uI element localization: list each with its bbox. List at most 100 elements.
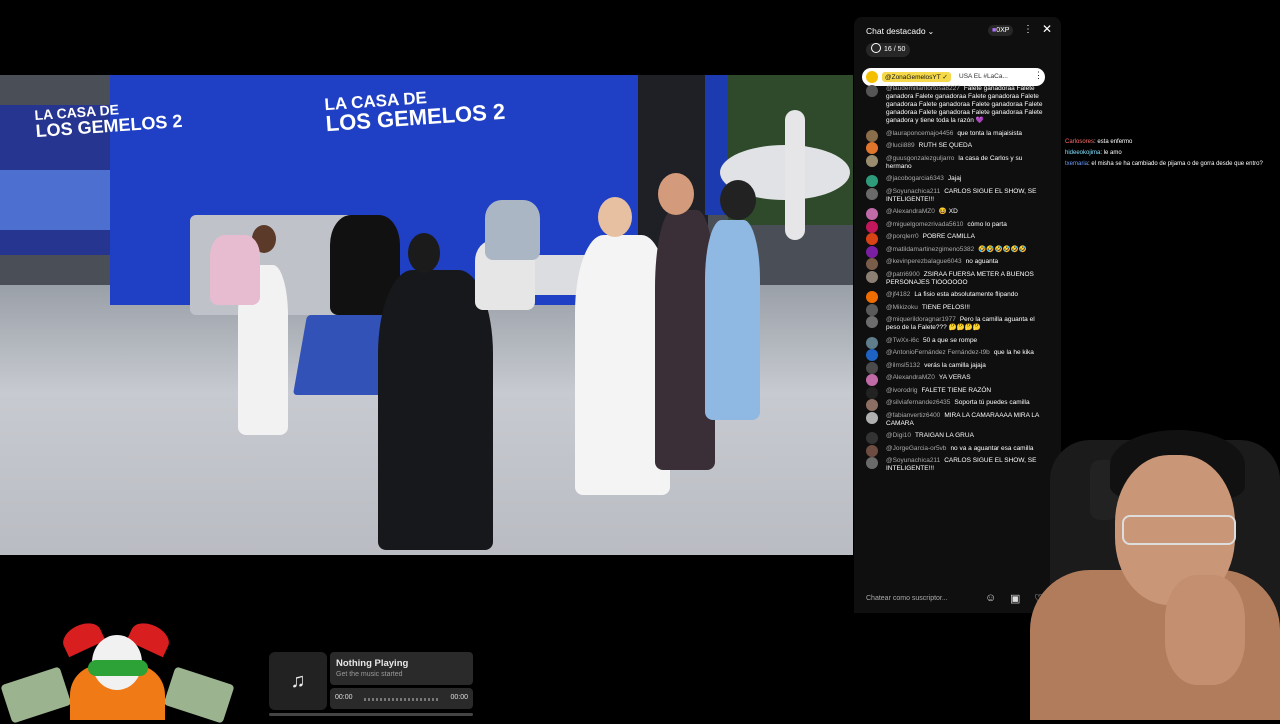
music-time-end: 00:00 — [450, 694, 468, 701]
chat-message[interactable]: @silviafernandez6435 Soporta tú puedes ca… — [866, 399, 1046, 411]
chat-message[interactable]: @JorgeGarcia-or5vb no va a aguantar esa c… — [866, 444, 1046, 457]
music-progress-track[interactable] — [364, 698, 438, 701]
xp-badge[interactable]: ■0XP — [988, 25, 1014, 36]
chat-author[interactable]: @miquerildoragnar1977 — [886, 316, 956, 323]
person-black-jacket — [378, 270, 493, 550]
avatar — [866, 457, 878, 469]
chat-author[interactable]: @jacobogarcia6343 — [886, 175, 944, 182]
chat-message[interactable]: @laudemillantortosa8227 Falete ganadoraa … — [866, 85, 1046, 125]
chat-text: Soporta tú puedes camilla — [954, 399, 1030, 406]
avatar — [866, 233, 878, 245]
chat-text: La fisio esta absolutamente flipando — [914, 291, 1019, 298]
close-icon[interactable]: ✕ — [1042, 22, 1052, 36]
chat-message[interactable]: @lauraponcemajo4456 que tonta la majaisis… — [866, 129, 1046, 142]
chat-message[interactable]: @TwXx-i6c 50 a que se rompe — [866, 336, 1046, 349]
chat-message[interactable]: @kevinperezbalague6043 no aguanta — [866, 258, 1046, 270]
chat-author[interactable]: @silviafernandez6435 — [886, 399, 950, 406]
chat-message[interactable]: @patri6900 ZSIRAA FUERSA METER A BUENOS P… — [866, 270, 1046, 287]
participation-counter[interactable]: 16 / 50 — [866, 43, 911, 57]
chat-message-list[interactable]: @laudemillantortosa8227 Falete ganadoraa … — [866, 85, 1046, 583]
chat-message[interactable]: @AlexandraMZ0 YA VERAS — [866, 374, 1046, 386]
music-title: Nothing Playing — [336, 658, 409, 669]
chat-text: TIENE PELOS!!! — [921, 303, 970, 311]
chat-author[interactable]: @fabianvertiz6400 — [886, 412, 940, 419]
chat-message[interactable]: @fabianvertiz6400 MIRA LA CAMARAAAA MIRA … — [866, 411, 1046, 428]
music-info: Nothing Playing Get the music started — [330, 652, 473, 685]
chat-author[interactable]: @JorgeGarcia-or5vb — [886, 445, 946, 452]
person-head-beard — [658, 173, 694, 215]
chat-text: 😆 XD — [938, 208, 958, 215]
music-note-icon[interactable]: ♫ — [269, 652, 327, 710]
chat-author[interactable]: @matildamartinezgimeno5382 — [886, 246, 974, 253]
chat-author[interactable]: @ivorodrig — [886, 387, 918, 394]
avatar — [866, 303, 878, 316]
chat-message[interactable]: @AlexandraMZ0 😆 XD — [866, 208, 1046, 220]
stream-video[interactable]: LA CASA DE LOS GEMELOS 2 LA CASA DE LOS … — [0, 75, 853, 555]
chat-message[interactable]: @miguelgomezrivada5610 cómo lo parta — [866, 220, 1046, 233]
chat-author[interactable]: @ilmsl5132 — [886, 362, 920, 369]
chat-message[interactable]: @Mikizoku TIENE PELOS!!! — [866, 303, 1046, 316]
chat-author[interactable]: @kevinperezbalague6043 — [886, 258, 962, 265]
chat-author[interactable]: @jf4182 — [886, 291, 910, 298]
video-beds — [0, 170, 120, 230]
more-options-icon[interactable]: ⋮ — [1023, 24, 1033, 35]
chat-message[interactable]: @Digi10 TRAIGAN LA GRUA — [866, 432, 1046, 444]
music-underline — [269, 713, 473, 716]
overlay-chat-text: : esta enfermo — [1094, 139, 1133, 145]
super-chat-icon[interactable]: ▣ — [1010, 592, 1020, 605]
chat-author[interactable]: @Soyunachica211 — [886, 457, 940, 464]
emoji-icon[interactable]: ☺ — [985, 592, 996, 604]
avatar — [866, 444, 878, 457]
pinned-text: USA EL #LaCa... — [959, 73, 1008, 80]
glasses — [1122, 515, 1236, 545]
joker-overlay — [0, 617, 235, 724]
chat-author[interactable]: @AntonioFernández Fernández-t9b — [886, 349, 990, 356]
chat-message[interactable]: @matildamartinezgimeno5382 🤣🤣🤣🤣🤣🤣 — [866, 245, 1046, 258]
pinned-author: @ZonaGemelosYT ✓ — [882, 72, 951, 82]
chat-author[interactable]: @Mikizoku — [886, 304, 918, 311]
chat-text: 🤣🤣🤣🤣🤣🤣 — [978, 245, 1027, 253]
chat-message[interactable]: @AntonioFernández Fernández-t9b que la he… — [866, 349, 1046, 361]
chat-author[interactable]: @TwXx-i6c — [886, 337, 919, 344]
chat-text: que tonta la majaisista — [957, 129, 1022, 137]
chat-author[interactable]: @miguelgomezrivada5610 — [886, 221, 963, 228]
chat-header: Chat destacado ⌄ ■0XP ⋮ ✕ — [866, 22, 1056, 44]
pinned-message[interactable]: @ZonaGemelosYT ✓ USA EL #LaCa... ⋮ — [862, 68, 1045, 86]
chat-input[interactable]: Chatear como suscriptor... — [866, 592, 996, 606]
chat-author[interactable]: @AlexandraMZ0 — [886, 208, 935, 215]
chat-mode-selector[interactable]: Chat destacado ⌄ — [866, 26, 934, 36]
music-time-start: 00:00 — [335, 694, 353, 701]
person-grey-shirt — [485, 200, 540, 260]
chat-author[interactable]: @guusgonzalezguljarro — [886, 155, 954, 162]
chat-author[interactable]: @lucii889 — [886, 142, 915, 149]
chat-message[interactable]: @porqlerr0 POBRE CAMILLA — [866, 233, 1046, 245]
chat-message[interactable]: @ivorodrig FALETE TIENE RAZÓN — [866, 386, 1046, 399]
video-pillar — [785, 110, 805, 240]
chat-text: TRAIGAN LA GRUA — [915, 432, 974, 439]
avatar — [866, 245, 878, 258]
chat-message[interactable]: @Soyunachica211 CARLOS SIGUE EL SHOW, SE … — [866, 187, 1046, 204]
overlay-chat-user: hideeokojima — [1065, 150, 1101, 156]
chat-author[interactable]: @patri6900 — [886, 271, 920, 278]
chat-author[interactable]: @laudemillantortosa8227 — [886, 85, 960, 92]
avatar — [866, 432, 878, 444]
xp-badge-label: 0XP — [996, 27, 1010, 34]
chat-message[interactable]: @miquerildoragnar1977 Pero la camilla agu… — [866, 316, 1046, 332]
chat-author[interactable]: @Soyunachica211 — [886, 188, 940, 195]
chat-author[interactable]: @Digi10 — [886, 432, 911, 439]
chat-message[interactable]: @jf4182 La fisio esta absolutamente flipa… — [866, 291, 1046, 303]
chat-message[interactable]: @jacobogarcia6343 Jajaj — [866, 175, 1046, 187]
chat-text: que la he kika — [993, 349, 1034, 356]
chat-message[interactable]: @Soyunachica211 CARLOS SIGUE EL SHOW, SE … — [866, 457, 1046, 473]
chat-author[interactable]: @AlexandraMZ0 — [886, 374, 935, 381]
chat-author[interactable]: @porqlerr0 — [886, 233, 919, 240]
chat-message[interactable]: @guusgonzalezguljarro la casa de Carlos y… — [866, 154, 1046, 171]
chat-message[interactable]: @lucii889 RUTH SE QUEDA — [866, 142, 1046, 154]
chat-author[interactable]: @lauraponcemajo4456 — [886, 130, 953, 137]
avatar — [866, 129, 878, 142]
chevron-down-icon: ⌄ — [927, 27, 935, 36]
music-widget: ♫ Nothing Playing Get the music started … — [269, 652, 473, 718]
person-blue-sheet — [705, 220, 760, 420]
more-options-icon[interactable]: ⋮ — [1034, 70, 1043, 81]
chat-message[interactable]: @ilmsl5132 verás la camilla jajaja — [866, 361, 1046, 374]
